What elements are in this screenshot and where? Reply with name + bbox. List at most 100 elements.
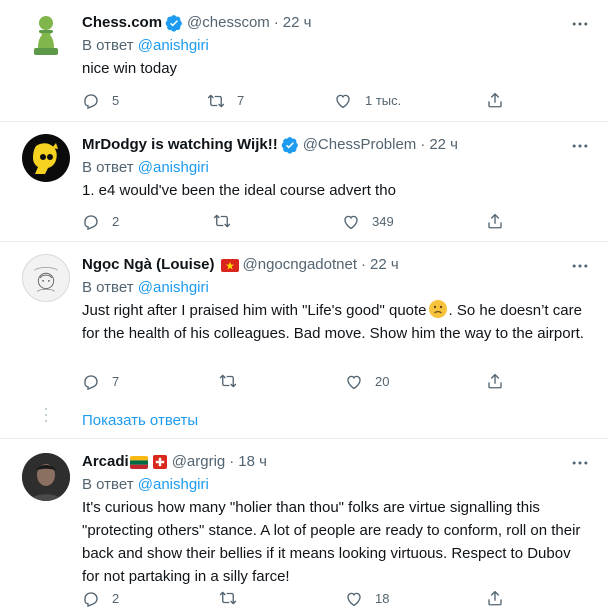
- share-icon: [486, 212, 504, 230]
- verified-badge-icon: [281, 136, 299, 154]
- share-icon: [486, 372, 504, 390]
- chess-pawn-icon: [34, 16, 58, 55]
- tweet-text-part-1: Just right after I praised him with "Lif…: [82, 302, 427, 319]
- tweet-ngocnga[interactable]: Ngọc Ngà (Louise) @ngocngadotnet · 22 ч …: [0, 242, 608, 438]
- knight-logo-icon: [33, 143, 58, 174]
- sketch-portrait-icon: [34, 267, 58, 292]
- reply-mention-link[interactable]: @anishgiri: [138, 279, 209, 296]
- separator-dot: ·: [273, 14, 279, 31]
- share-button[interactable]: [486, 91, 504, 109]
- retweet-button[interactable]: [219, 589, 249, 607]
- retweet-button[interactable]: [213, 212, 243, 230]
- more-icon[interactable]: [570, 453, 590, 473]
- share-icon: [486, 589, 504, 607]
- retweet-count: 7: [237, 93, 245, 108]
- like-count: 349: [372, 214, 394, 229]
- arcadi-avatar[interactable]: [22, 453, 70, 501]
- reply-count: 2: [112, 214, 120, 229]
- reply-count: 2: [112, 591, 120, 606]
- reply-button[interactable]: 2: [82, 212, 119, 232]
- author-name[interactable]: Ngọc Ngà (Louise): [82, 255, 215, 275]
- reply-to-line: В ответ @anishgiri: [82, 36, 592, 56]
- reply-to-line: В ответ @anishgiri: [82, 475, 592, 495]
- author-handle[interactable]: @argrig: [172, 452, 226, 472]
- like-button[interactable]: 20: [345, 372, 389, 392]
- retweet-button[interactable]: 7: [207, 91, 244, 111]
- author-name[interactable]: MrDodgy is watching Wijk!!: [82, 135, 278, 155]
- reply-button[interactable]: 5: [82, 91, 119, 111]
- like-button[interactable]: 1 тыс.: [334, 91, 401, 111]
- vietnam-flag-icon: [220, 258, 239, 272]
- action-bar: 5 7 1 тыс.: [82, 91, 522, 111]
- reply-icon: [82, 213, 100, 231]
- tweet-header: Chess.com @chesscom · 22 ч: [82, 13, 592, 33]
- tweet-text: nice win today: [82, 60, 178, 77]
- reply-button[interactable]: 2: [82, 589, 119, 609]
- action-bar: 2 18: [82, 589, 522, 609]
- tweet-header: MrDodgy is watching Wijk!! @ChessProblem…: [82, 135, 592, 155]
- reply-icon: [82, 590, 100, 608]
- ngocnga-avatar[interactable]: [22, 254, 70, 302]
- timestamp[interactable]: 22 ч: [283, 13, 312, 33]
- like-count: 20: [375, 374, 390, 389]
- timestamp[interactable]: 18 ч: [238, 452, 267, 472]
- action-bar: 7 20: [82, 372, 522, 392]
- share-button[interactable]: [486, 589, 504, 607]
- like-icon: [342, 213, 360, 231]
- timestamp[interactable]: 22 ч: [370, 255, 399, 275]
- reply-mention-link[interactable]: @anishgiri: [138, 37, 209, 54]
- frowning-face-emoji-icon: [428, 300, 447, 318]
- action-bar: 2 349: [82, 212, 522, 232]
- author-name[interactable]: Chess.com: [82, 13, 162, 33]
- reply-mention-link[interactable]: @anishgiri: [138, 476, 209, 493]
- mrdodgy-avatar[interactable]: [22, 134, 70, 182]
- timestamp[interactable]: 22 ч: [429, 135, 458, 155]
- switzerland-flag-icon: [152, 455, 167, 469]
- share-icon: [486, 91, 504, 109]
- reply-prefix: В ответ: [82, 159, 134, 176]
- reply-icon: [82, 373, 100, 391]
- like-button[interactable]: 18: [345, 589, 389, 609]
- tweet-text: It's curious how many "holier than thou"…: [82, 499, 581, 585]
- like-button[interactable]: 349: [342, 212, 394, 232]
- reply-to-line: В ответ @anishgiri: [82, 158, 592, 178]
- reply-mention-link[interactable]: @anishgiri: [138, 159, 209, 176]
- like-icon: [345, 590, 363, 608]
- verified-badge-icon: [165, 14, 183, 32]
- show-replies-link[interactable]: Показать ответы: [82, 411, 198, 431]
- like-icon: [334, 92, 352, 110]
- share-button[interactable]: [486, 212, 504, 230]
- more-icon[interactable]: [570, 256, 590, 276]
- more-icon[interactable]: [570, 136, 590, 156]
- chesscom-avatar[interactable]: [22, 12, 70, 60]
- reply-prefix: В ответ: [82, 279, 134, 296]
- reply-count: 7: [112, 374, 120, 389]
- tweet-header: Arcadi @argrig · 18 ч: [82, 452, 592, 472]
- retweet-icon: [219, 372, 237, 390]
- author-handle[interactable]: @ngocngadotnet: [243, 255, 358, 275]
- tweet-arcadi[interactable]: Arcadi @argrig · 18 ч В ответ @anishgiri…: [0, 439, 608, 611]
- author-handle[interactable]: @chesscom: [187, 13, 270, 33]
- reply-button[interactable]: 7: [82, 372, 119, 392]
- more-icon[interactable]: [570, 14, 590, 34]
- share-button[interactable]: [486, 372, 504, 390]
- lithuania-flag-icon: [129, 455, 148, 469]
- retweet-icon: [213, 212, 231, 230]
- like-count: 1 тыс.: [365, 93, 402, 108]
- retweet-button[interactable]: [219, 372, 249, 390]
- retweet-icon: [219, 589, 237, 607]
- reply-prefix: В ответ: [82, 476, 134, 493]
- separator-dot: ·: [361, 256, 367, 273]
- author-handle[interactable]: @ChessProblem: [303, 135, 417, 155]
- tweet-mrdodgy[interactable]: MrDodgy is watching Wijk!! @ChessProblem…: [0, 122, 608, 241]
- photo-portrait-icon: [22, 453, 70, 501]
- like-icon: [345, 373, 363, 391]
- thread-connector-dots: [45, 408, 47, 426]
- separator-dot: ·: [229, 453, 235, 470]
- reply-to-line: В ответ @anishgiri: [82, 278, 592, 298]
- tweet-chesscom[interactable]: Chess.com @chesscom · 22 ч В ответ @anis…: [0, 0, 608, 121]
- retweet-icon: [207, 92, 225, 110]
- tweet-header: Ngọc Ngà (Louise) @ngocngadotnet · 22 ч: [82, 255, 592, 275]
- tweet-text: 1. e4 would've been the ideal course adv…: [82, 182, 396, 199]
- author-name[interactable]: Arcadi: [82, 452, 129, 472]
